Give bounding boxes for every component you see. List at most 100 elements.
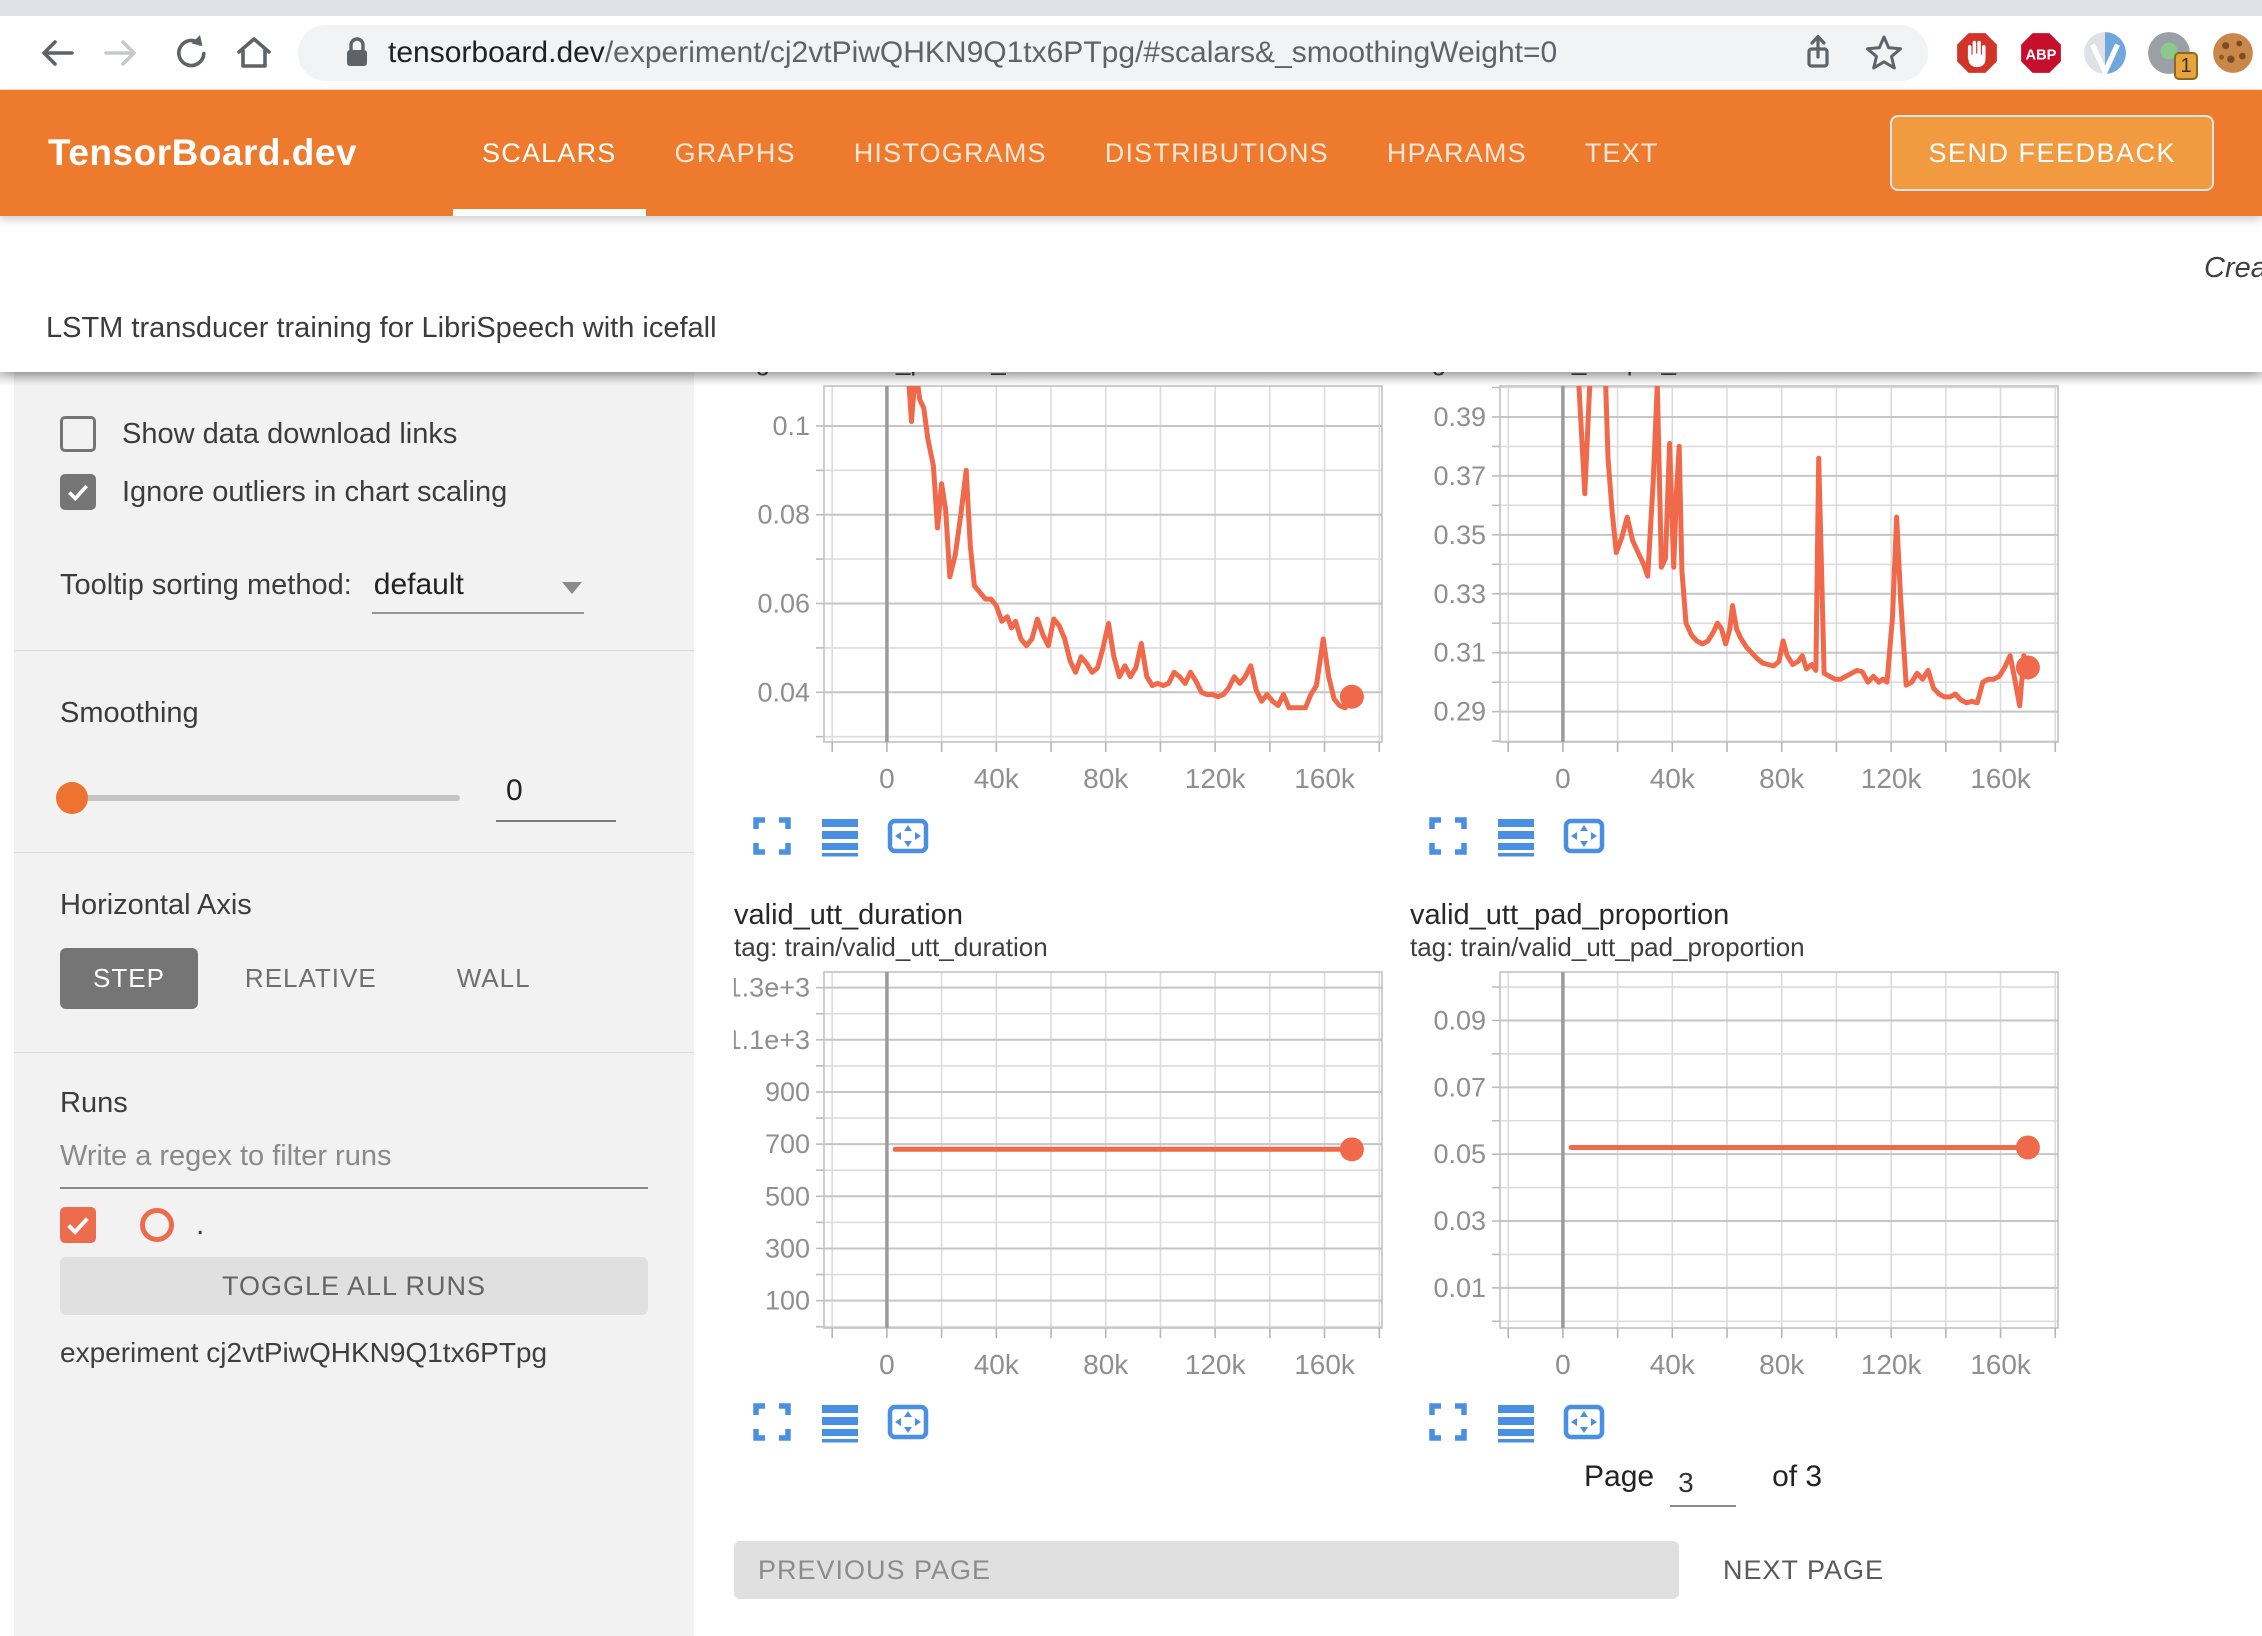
show-download-links-label: Show data download links bbox=[122, 418, 457, 451]
chart-tag: tag: train/valid_utt_duration bbox=[734, 932, 1410, 962]
runs-filter-input[interactable] bbox=[60, 1140, 648, 1189]
smoothing-slider-thumb[interactable] bbox=[56, 782, 88, 814]
svg-text:0.03: 0.03 bbox=[1433, 1206, 1486, 1236]
run-row[interactable]: . bbox=[60, 1207, 648, 1243]
browser-tab-strip bbox=[0, 0, 2262, 16]
svg-text:0.07: 0.07 bbox=[1433, 1072, 1486, 1102]
browser-chrome: tensorboard.dev/experiment/cj2vtPiwQHKN9… bbox=[0, 0, 2262, 90]
ignore-outliers-row[interactable]: Ignore outliers in chart scaling bbox=[60, 474, 648, 510]
experiment-id-caption: experiment cj2vtPiwQHKN9Q1tx6PTpg bbox=[60, 1337, 648, 1369]
info-band: Created LSTM transducer training for Lib… bbox=[0, 216, 2262, 372]
home-icon[interactable] bbox=[232, 31, 276, 75]
chart-actions bbox=[750, 814, 1410, 858]
chart-title: valid_utt_pad_proportion bbox=[1410, 898, 2086, 932]
svg-text:ABP: ABP bbox=[2026, 47, 2057, 63]
svg-text:160k: 160k bbox=[1970, 1349, 2032, 1380]
tooltip-sorting-label: Tooltip sorting method: bbox=[60, 569, 352, 602]
app-logo: TensorBoard.dev bbox=[48, 132, 357, 174]
fullscreen-icon[interactable] bbox=[750, 814, 794, 858]
fullscreen-icon[interactable] bbox=[1426, 814, 1470, 858]
toggle-all-runs-button[interactable]: TOGGLE ALL RUNS bbox=[60, 1257, 648, 1315]
run-color-swatch bbox=[140, 1208, 174, 1242]
ignore-outliers-checkbox[interactable] bbox=[60, 474, 96, 510]
abp-extension-icon[interactable]: ABP bbox=[2018, 30, 2064, 76]
lock-icon[interactable] bbox=[340, 34, 374, 72]
fit-domain-icon[interactable] bbox=[886, 1400, 930, 1444]
nav-tab-hparams[interactable]: HPARAMS bbox=[1358, 90, 1556, 216]
chart-plot[interactable]: 1.3e+31.1e+3900700500300100040k80k120k16… bbox=[734, 968, 1394, 1388]
reload-icon[interactable] bbox=[166, 31, 210, 75]
axis-option-step[interactable]: STEP bbox=[60, 948, 198, 1009]
svg-text:120k: 120k bbox=[1861, 1349, 1923, 1380]
svg-text:1.3e+3: 1.3e+3 bbox=[734, 973, 810, 1003]
chart-card: tag: train/valid_pruned_loss 0.10.080.06… bbox=[734, 372, 1410, 858]
v-extension-icon[interactable] bbox=[2082, 30, 2128, 76]
nav-tab-scalars[interactable]: SCALARS bbox=[453, 90, 645, 216]
url-text[interactable]: tensorboard.dev/experiment/cj2vtPiwQHKN9… bbox=[388, 36, 1557, 70]
nav-tab-graphs[interactable]: GRAPHS bbox=[646, 90, 825, 216]
tooltip-sorting-dropdown[interactable]: default bbox=[372, 566, 584, 614]
url-bar[interactable]: tensorboard.dev/experiment/cj2vtPiwQHKN9… bbox=[298, 25, 1928, 81]
svg-text:100: 100 bbox=[765, 1286, 810, 1316]
chart-title: valid_utt_duration bbox=[734, 898, 1410, 932]
send-feedback-button[interactable]: SEND FEEDBACK bbox=[1890, 115, 2214, 191]
show-download-links-checkbox[interactable] bbox=[60, 416, 96, 452]
smoothing-value-input[interactable] bbox=[496, 774, 616, 822]
svg-text:80k: 80k bbox=[1759, 1349, 1805, 1380]
show-download-links-row[interactable]: Show data download links bbox=[60, 416, 648, 452]
page-number-input[interactable] bbox=[1670, 1467, 1736, 1507]
chart-plot[interactable]: 0.390.370.350.330.310.29040k80k120k160k bbox=[1410, 382, 2070, 802]
chart-card: valid_utt_duration tag: train/valid_utt_… bbox=[734, 898, 1410, 1444]
bookmark-star-icon[interactable] bbox=[1862, 31, 1906, 75]
chart-plot[interactable]: 0.090.070.050.030.01040k80k120k160k bbox=[1410, 968, 2070, 1388]
svg-text:160k: 160k bbox=[1294, 1349, 1356, 1380]
fullscreen-icon[interactable] bbox=[750, 1400, 794, 1444]
creator-text-clipped: Created bbox=[2204, 252, 2262, 285]
nav-tabs: SCALARSGRAPHSHISTOGRAMSDISTRIBUTIONSHPAR… bbox=[453, 90, 1688, 216]
pagination: Page of 3 bbox=[1584, 1460, 2262, 1501]
fit-domain-icon[interactable] bbox=[1562, 1400, 1606, 1444]
nav-tab-histograms[interactable]: HISTOGRAMS bbox=[825, 90, 1076, 216]
svg-text:0: 0 bbox=[1555, 763, 1571, 794]
next-page-button[interactable]: NEXT PAGE bbox=[1711, 1555, 1896, 1586]
fit-domain-icon[interactable] bbox=[886, 814, 930, 858]
smoothing-label: Smoothing bbox=[60, 697, 648, 730]
forward-icon[interactable] bbox=[100, 31, 144, 75]
profile-badge: 1 bbox=[2174, 52, 2198, 80]
nav-tab-text[interactable]: TEXT bbox=[1556, 90, 1688, 216]
data-table-icon[interactable] bbox=[818, 1400, 862, 1444]
svg-text:80k: 80k bbox=[1759, 763, 1805, 794]
profile-extension-icon[interactable]: 1 bbox=[2146, 30, 2192, 76]
fit-domain-icon[interactable] bbox=[1562, 814, 1606, 858]
back-icon[interactable] bbox=[34, 31, 78, 75]
data-table-icon[interactable] bbox=[1494, 814, 1538, 858]
horizontal-axis-label: Horizontal Axis bbox=[60, 889, 648, 922]
browser-toolbar: tensorboard.dev/experiment/cj2vtPiwQHKN9… bbox=[0, 16, 2262, 90]
chart-actions bbox=[1426, 1400, 2086, 1444]
axis-option-wall[interactable]: WALL bbox=[424, 948, 564, 1009]
smoothing-slider[interactable] bbox=[60, 795, 460, 801]
nav-tab-distributions[interactable]: DISTRIBUTIONS bbox=[1076, 90, 1358, 216]
data-table-icon[interactable] bbox=[1494, 1400, 1538, 1444]
run-checkbox[interactable] bbox=[60, 1207, 96, 1243]
url-path: /experiment/cj2vtPiwQHKN9Q1tx6PTpg/#scal… bbox=[605, 36, 1557, 69]
chart-card: valid_utt_pad_proportion tag: train/vali… bbox=[1410, 898, 2086, 1444]
previous-page-button[interactable]: PREVIOUS PAGE bbox=[734, 1541, 1679, 1599]
svg-text:0.1: 0.1 bbox=[772, 411, 810, 441]
cookie-extension-icon[interactable] bbox=[2210, 30, 2256, 76]
svg-text:80k: 80k bbox=[1083, 1349, 1129, 1380]
svg-text:40k: 40k bbox=[1650, 1349, 1696, 1380]
fullscreen-icon[interactable] bbox=[1426, 1400, 1470, 1444]
chart-grid: tag: train/valid_pruned_loss 0.10.080.06… bbox=[734, 372, 2262, 1444]
data-table-icon[interactable] bbox=[818, 814, 862, 858]
axis-option-relative[interactable]: RELATIVE bbox=[212, 948, 410, 1009]
svg-text:900: 900 bbox=[765, 1077, 810, 1107]
dashboard: Show data download links Ignore outliers… bbox=[0, 372, 2262, 1636]
svg-text:700: 700 bbox=[765, 1129, 810, 1159]
app-header: TensorBoard.dev SCALARSGRAPHSHISTOGRAMSD… bbox=[0, 90, 2262, 216]
share-icon[interactable] bbox=[1796, 31, 1840, 75]
svg-text:120k: 120k bbox=[1185, 763, 1247, 794]
blocker-hand-extension-icon[interactable] bbox=[1954, 30, 2000, 76]
chart-plot[interactable]: 0.10.080.060.04040k80k120k160k bbox=[734, 382, 1394, 802]
svg-text:40k: 40k bbox=[974, 763, 1020, 794]
